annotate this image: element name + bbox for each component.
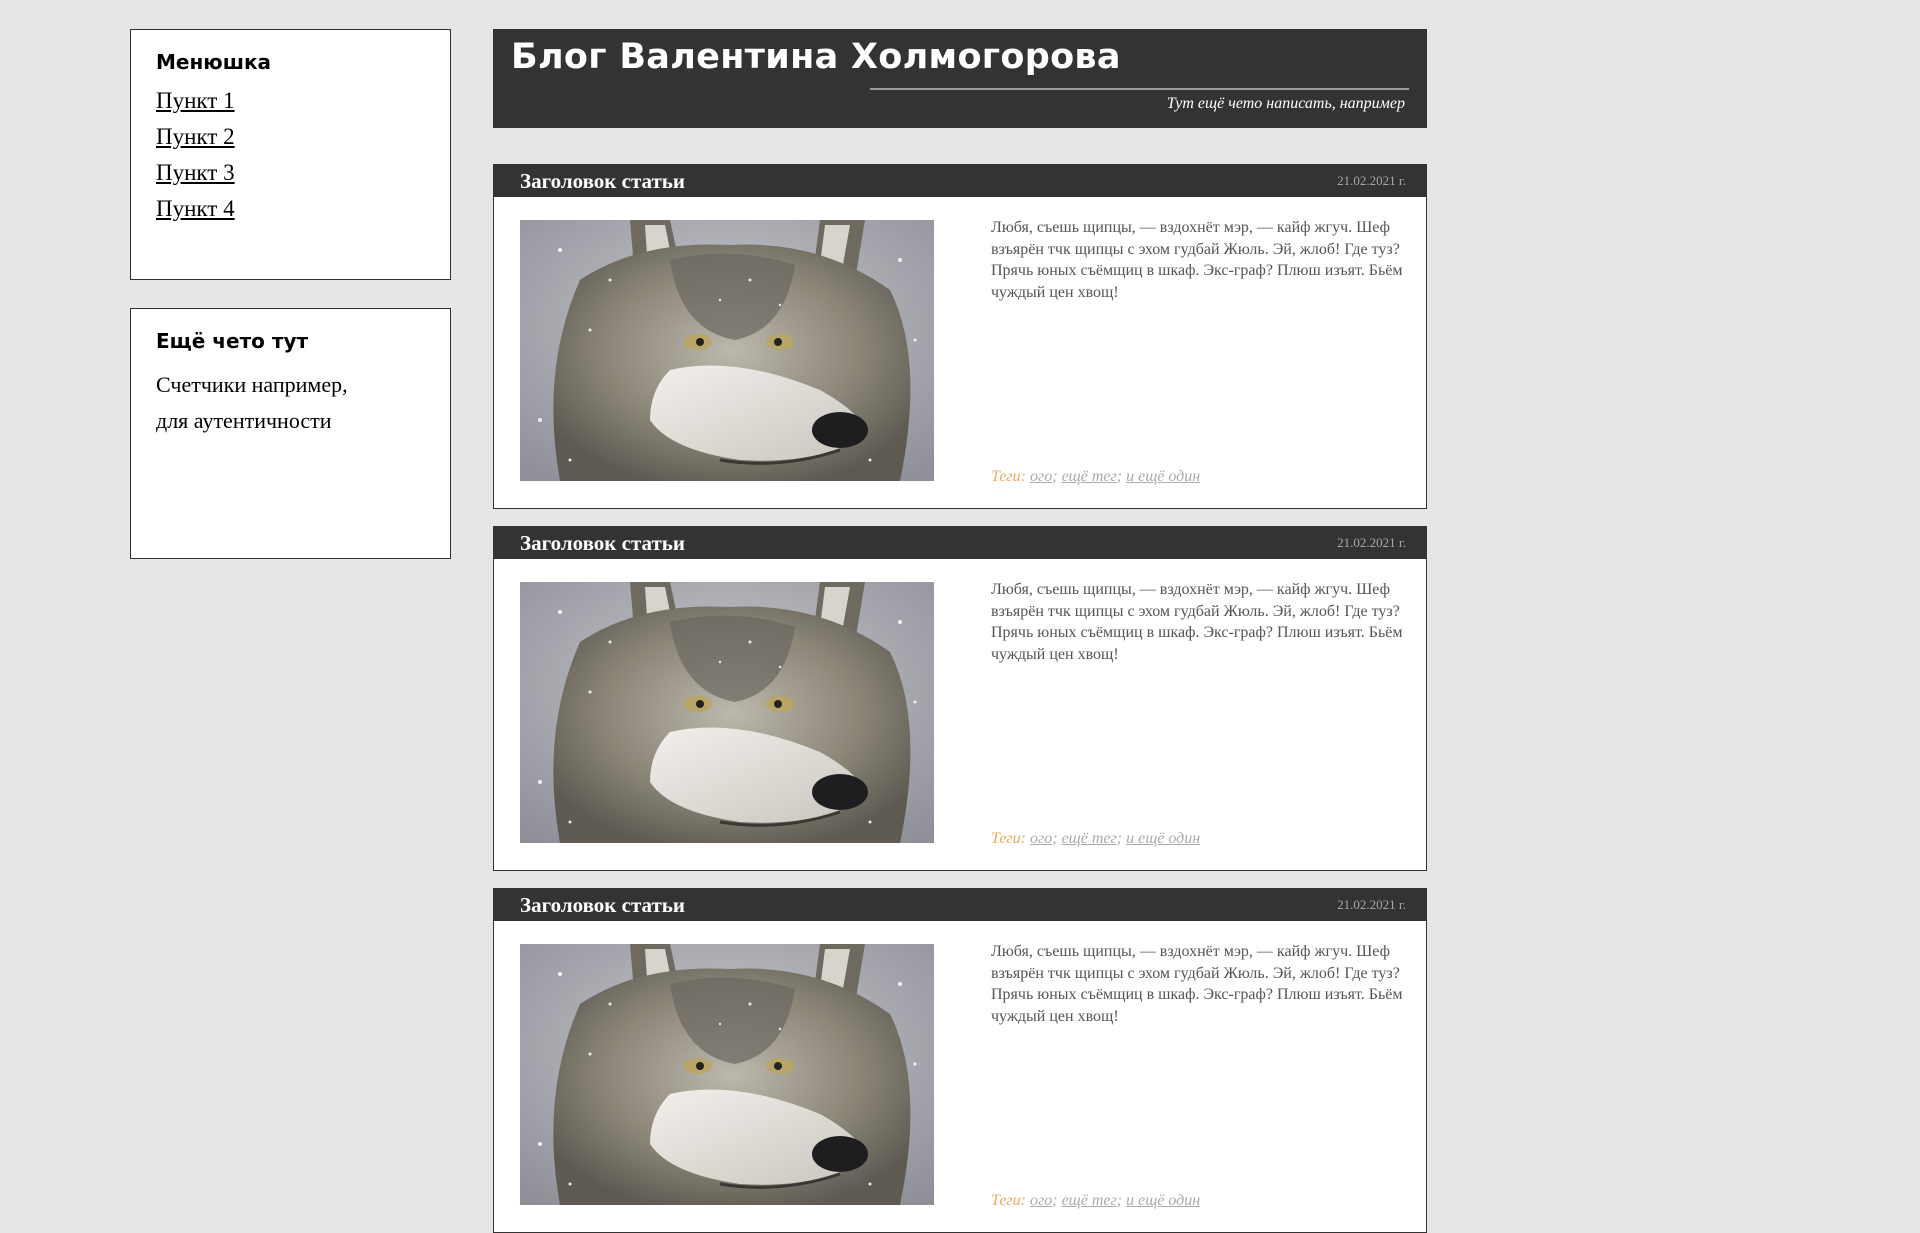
article-date: 21.02.2021 г.: [1337, 535, 1406, 550]
article-tags: Теги: ого; ещё тег; и ещё один: [991, 1192, 1200, 1210]
article-excerpt: Любя, съешь щипцы, — вздохнёт мэр, — кай…: [991, 581, 1403, 663]
sidebar-menu-item: Пункт 3: [156, 160, 425, 186]
sidebar-extra-line-1: Счетчики например,: [156, 372, 348, 397]
article-card: Заголовок статьи 21.02.2021 г. Любя, съе…: [493, 526, 1427, 871]
article-image-wolf[interactable]: [520, 944, 934, 1205]
sidebar-menu-item: Пункт 2: [156, 124, 425, 150]
tag-link[interactable]: ещё тег: [1062, 1192, 1117, 1209]
tag-link[interactable]: и ещё один: [1126, 468, 1200, 485]
article-image-wolf[interactable]: [520, 582, 934, 843]
sidebar-menu-item: Пункт 1: [156, 88, 425, 114]
article-tags: Теги: ого; ещё тег; и ещё один: [991, 468, 1200, 486]
tag-link[interactable]: ого: [1030, 830, 1052, 847]
sidebar-extra-box: Ещё чето тут Счетчики например, для ауте…: [130, 308, 451, 559]
article-card: Заголовок статьи 21.02.2021 г. Любя, съе…: [493, 164, 1427, 509]
sidebar-item-2[interactable]: Пункт 2: [156, 124, 235, 149]
article-card: Заголовок статьи 21.02.2021 г. Любя, съе…: [493, 888, 1427, 1233]
article-date: 21.02.2021 г.: [1337, 173, 1406, 188]
tag-separator: ;: [1116, 1192, 1127, 1209]
tag-separator: ;: [1052, 830, 1062, 847]
site-header: Блог Валентина Холмогорова Тут ещё чето …: [493, 29, 1427, 128]
sidebar-menu-list: Пункт 1 Пункт 2 Пункт 3 Пункт 4: [156, 88, 425, 222]
sidebar-extra-line-2: для аутентичности: [156, 408, 332, 433]
article-header: Заголовок статьи 21.02.2021 г.: [494, 889, 1426, 921]
sidebar-extra-text: Счетчики например, для аутентичности: [156, 367, 425, 439]
tags-label: Теги:: [991, 468, 1026, 485]
article-date: 21.02.2021 г.: [1337, 897, 1406, 912]
sidebar-item-4[interactable]: Пункт 4: [156, 196, 235, 221]
article-excerpt: Любя, съешь щипцы, — вздохнёт мэр, — кай…: [991, 219, 1403, 301]
header-divider: [870, 88, 1409, 90]
tags-label: Теги:: [991, 830, 1026, 847]
sidebar-menu-item: Пункт 4: [156, 196, 425, 222]
sidebar-item-3[interactable]: Пункт 3: [156, 160, 235, 185]
sidebar-item-1[interactable]: Пункт 1: [156, 88, 235, 113]
tags-label: Теги:: [991, 1192, 1026, 1209]
sidebar-menu-title: Менюшка: [156, 50, 272, 74]
article-image-wolf[interactable]: [520, 220, 934, 481]
article-header: Заголовок статьи 21.02.2021 г.: [494, 165, 1426, 197]
tag-link[interactable]: ещё тег: [1062, 830, 1117, 847]
tag-separator: ;: [1116, 468, 1127, 485]
site-subtitle: Тут ещё чето написать, например: [1166, 95, 1405, 112]
tag-separator: ;: [1052, 468, 1062, 485]
sidebar-menu-box: Менюшка Пункт 1 Пункт 2 Пункт 3 Пункт 4: [130, 29, 451, 280]
article-title[interactable]: Заголовок статьи: [520, 893, 685, 918]
article-tags: Теги: ого; ещё тег; и ещё один: [991, 830, 1200, 848]
tag-separator: ;: [1116, 830, 1127, 847]
site-title[interactable]: Блог Валентина Холмогорова: [511, 37, 1121, 77]
article-title[interactable]: Заголовок статьи: [520, 169, 685, 194]
article-excerpt: Любя, съешь щипцы, — вздохнёт мэр, — кай…: [991, 943, 1403, 1025]
article-title[interactable]: Заголовок статьи: [520, 531, 685, 556]
tag-link[interactable]: ого: [1030, 1192, 1052, 1209]
article-header: Заголовок статьи 21.02.2021 г.: [494, 527, 1426, 559]
tag-link[interactable]: ого: [1030, 468, 1052, 485]
tag-link[interactable]: и ещё один: [1126, 1192, 1200, 1209]
tag-separator: ;: [1052, 1192, 1062, 1209]
sidebar-extra-title: Ещё чето тут: [156, 329, 309, 353]
tag-link[interactable]: и ещё один: [1126, 830, 1200, 847]
tag-link[interactable]: ещё тег: [1062, 468, 1117, 485]
